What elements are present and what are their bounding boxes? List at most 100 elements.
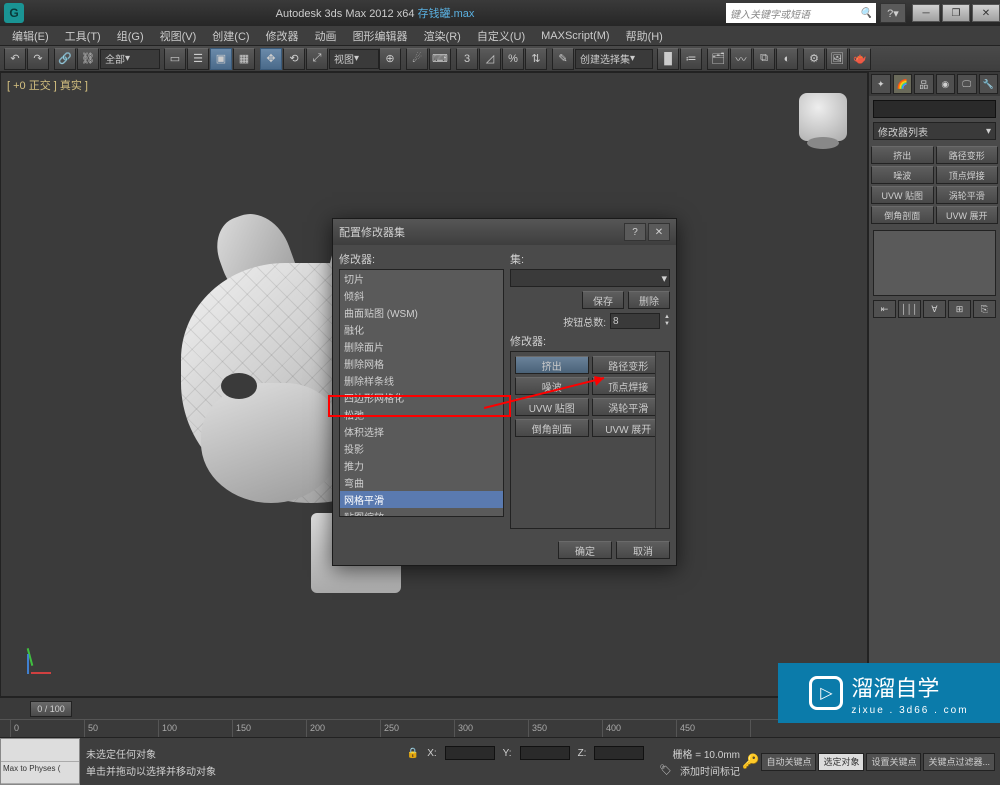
ref-coord-dropdown[interactable]: 视图 ▾ [329,49,379,69]
set-button[interactable]: 路径变形 [592,356,666,374]
key-filters-button[interactable]: 关键点过滤器... [923,753,995,771]
snap-button[interactable]: 3 [456,48,478,70]
ok-button[interactable]: 确定 [558,541,612,559]
z-coord-input[interactable] [594,746,644,760]
modifier-quick-button[interactable]: 噪波 [871,166,934,184]
select-button[interactable]: ▭ [164,48,186,70]
menu-item[interactable]: 组(G) [109,28,152,44]
unlink-button[interactable]: ⛓ [77,48,99,70]
key-selection-dropdown[interactable]: 选定对象 [818,753,864,771]
modifier-list-item[interactable]: 删除面片 [340,338,503,355]
time-slider-thumb[interactable]: 0 / 100 [30,701,72,717]
schematic-button[interactable]: ⧉ [753,48,775,70]
create-tab[interactable]: ✦ [871,74,891,94]
delete-set-button[interactable]: 删除 [628,291,670,309]
setkey-button[interactable]: 设置关键点 [866,753,921,771]
restore-button[interactable]: ❐ [942,4,970,22]
close-button[interactable]: ✕ [972,4,1000,22]
dialog-close-button[interactable]: ✕ [648,223,670,241]
percent-snap-button[interactable]: % [502,48,524,70]
set-button[interactable]: UVW 贴图 [515,398,589,416]
material-editor-button[interactable]: ◐ [776,48,798,70]
help-search-input[interactable]: 键入关键字或短语 🔍 [726,3,876,23]
render-setup-button[interactable]: ⚙ [803,48,825,70]
rotate-button[interactable]: ⟲ [283,48,305,70]
modifier-quick-button[interactable]: UVW 贴图 [871,186,934,204]
named-selection-dropdown[interactable]: 创建选择集 ▾ [575,49,653,69]
menu-item[interactable]: 帮助(H) [618,28,671,44]
minimize-button[interactable]: ─ [912,4,940,22]
stack-tool-button[interactable]: ⇤ [873,300,896,318]
add-time-tag[interactable]: 添加时间标记 [680,763,740,778]
menu-item[interactable]: 工具(T) [57,28,109,44]
help-dropdown[interactable]: ?▾ [880,3,906,23]
modify-tab[interactable]: 🌈 [893,74,913,94]
menu-item[interactable]: MAXScript(M) [533,30,617,42]
modifier-list-item[interactable]: 投影 [340,440,503,457]
menu-item[interactable]: 修改器 [258,28,307,44]
modifier-list-item[interactable]: 四边形网格化 [340,389,503,406]
menu-item[interactable]: 图形编辑器 [345,28,416,44]
manip-button[interactable]: ☄ [406,48,428,70]
menu-item[interactable]: 自定义(U) [469,28,533,44]
modifier-list-item[interactable]: 网格平滑 [340,491,503,508]
cancel-button[interactable]: 取消 [616,541,670,559]
stack-tool-button[interactable]: │││ [898,300,921,318]
menu-item[interactable]: 编辑(E) [4,28,57,44]
menu-item[interactable]: 视图(V) [152,28,205,44]
mirror-button[interactable]: ▐▌ [657,48,679,70]
modifier-list-item[interactable]: 倾斜 [340,287,503,304]
viewcube[interactable] [799,93,847,141]
selection-filter-dropdown[interactable]: 全部 ▾ [100,49,160,69]
modifier-list-item[interactable]: 删除样条线 [340,372,503,389]
spinner-snap-button[interactable]: ⇅ [525,48,547,70]
select-rect-button[interactable]: ▣ [210,48,232,70]
modifier-list-item[interactable]: 贴图缩放 [340,508,503,517]
curve-editor-button[interactable]: 〰 [730,48,752,70]
stack-tool-button[interactable]: ⊞ [948,300,971,318]
modifier-quick-button[interactable]: 涡轮平滑 [936,186,999,204]
sets-dropdown[interactable]: ▾ [510,269,670,287]
modifier-quick-button[interactable]: 顶点焊接 [936,166,999,184]
set-button[interactable]: 挤出 [515,356,589,374]
modifier-list-item[interactable]: 弯曲 [340,474,503,491]
select-name-button[interactable]: ☰ [187,48,209,70]
modifier-list-dropdown[interactable]: 修改器列表▾ [873,122,996,140]
render-frame-button[interactable]: 🖼 [826,48,848,70]
stack-tool-button[interactable]: ∀ [923,300,946,318]
menu-item[interactable]: 动画 [307,28,345,44]
modifier-list-item[interactable]: 删除网格 [340,355,503,372]
button-count-spinner[interactable] [610,313,660,329]
modifier-quick-button[interactable]: 挤出 [871,146,934,164]
pivot-button[interactable]: ⊕ [379,48,401,70]
modifiers-listbox[interactable]: 切片倾斜曲面贴图 (WSM)融化删除面片删除网格删除样条线四边形网格化松弛体积选… [339,269,504,517]
modifier-quick-button[interactable]: UVW 展开 [936,206,999,224]
align-button[interactable]: ≔ [680,48,702,70]
menu-item[interactable]: 创建(C) [204,28,257,44]
object-name-field[interactable] [873,100,996,118]
menu-item[interactable]: 渲染(R) [416,28,469,44]
stack-tool-button[interactable]: ⎘ [973,300,996,318]
modifier-quick-button[interactable]: 路径变形 [936,146,999,164]
script-listener[interactable]: Max to Physes ( [0,738,80,785]
link-button[interactable]: 🔗 [54,48,76,70]
scale-button[interactable]: ⤢ [306,48,328,70]
set-button[interactable]: 顶点焊接 [592,377,666,395]
set-button[interactable]: UVW 展开 [592,419,666,437]
dialog-help-button[interactable]: ? [624,223,646,241]
undo-button[interactable]: ↶ [4,48,26,70]
modifier-list-item[interactable]: 切片 [340,270,503,287]
redo-button[interactable]: ↷ [27,48,49,70]
save-set-button[interactable]: 保存 [582,291,624,309]
utilities-tab[interactable]: 🔧 [979,74,999,94]
grid-scrollbar[interactable] [655,352,669,528]
set-button[interactable]: 噪波 [515,377,589,395]
y-coord-input[interactable] [520,746,570,760]
modifier-list-item[interactable]: 体积选择 [340,423,503,440]
hierarchy-tab[interactable]: 品 [914,74,934,94]
autokey-button[interactable]: 自动关键点 [761,753,816,771]
render-button[interactable]: 🫖 [849,48,871,70]
modifier-quick-button[interactable]: 倒角剖面 [871,206,934,224]
keymode-button[interactable]: ⌨ [429,48,451,70]
set-button[interactable]: 涡轮平滑 [592,398,666,416]
